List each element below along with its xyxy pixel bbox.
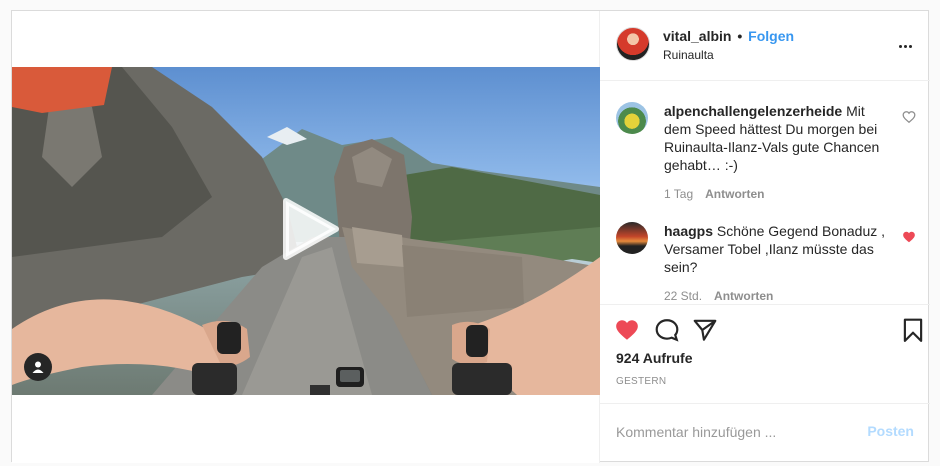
post-card: vital_albin • Folgen Ruinaulta alpenchal… [11,10,930,463]
author-info: vital_albin • Folgen Ruinaulta [663,28,794,62]
comment-button[interactable] [654,317,682,345]
play-button[interactable] [276,195,344,263]
reply-button[interactable]: Antworten [714,289,773,303]
heart-outline-icon [902,111,916,124]
post-sidebar: vital_albin • Folgen Ruinaulta alpenchal… [600,11,930,463]
author-username[interactable]: vital_albin [663,28,731,44]
comment-like-button[interactable] [902,230,916,244]
heart-filled-icon [616,320,638,340]
save-button[interactable] [900,317,928,345]
separator-dot: • [737,28,743,44]
person-icon [32,361,44,373]
post-header: vital_albin • Folgen Ruinaulta [600,11,930,81]
user-tags-button[interactable] [24,353,52,381]
commenter-username[interactable]: haagps [664,223,713,239]
like-button[interactable] [614,317,642,345]
comments-list: alpenchallengelenzerheide Mit dem Speed … [600,82,930,304]
share-button[interactable] [692,317,720,345]
actions-bar: 924 Aufrufe GESTERN Posten [600,304,930,456]
comment-like-button[interactable] [902,110,916,124]
author-avatar[interactable] [616,27,650,61]
comment-time[interactable]: 22 Std. [664,289,702,303]
bookmark-icon [903,318,923,342]
commenter-avatar[interactable] [616,222,648,254]
video-player[interactable] [12,67,600,395]
heart-filled-icon [903,231,915,243]
more-options-button[interactable] [898,35,916,55]
ellipsis-icon [898,35,916,53]
follow-button[interactable]: Folgen [748,28,794,44]
paper-plane-icon [693,319,717,341]
commenter-username[interactable]: alpenchallengelenzerheide [664,103,842,119]
location-link[interactable]: Ruinaulta [663,48,794,62]
media-area [12,11,600,463]
post-comment-button[interactable]: Posten [867,423,914,439]
post-date[interactable]: GESTERN [616,376,666,387]
play-icon [283,198,339,260]
comment-input[interactable] [616,422,846,442]
reply-button[interactable]: Antworten [705,187,764,201]
view-count[interactable]: 924 Aufrufe [616,350,693,366]
comment-time[interactable]: 1 Tag [664,187,693,201]
speech-bubble-icon [655,319,679,342]
commenter-avatar[interactable] [616,102,648,134]
add-comment-section: Posten [600,403,930,459]
